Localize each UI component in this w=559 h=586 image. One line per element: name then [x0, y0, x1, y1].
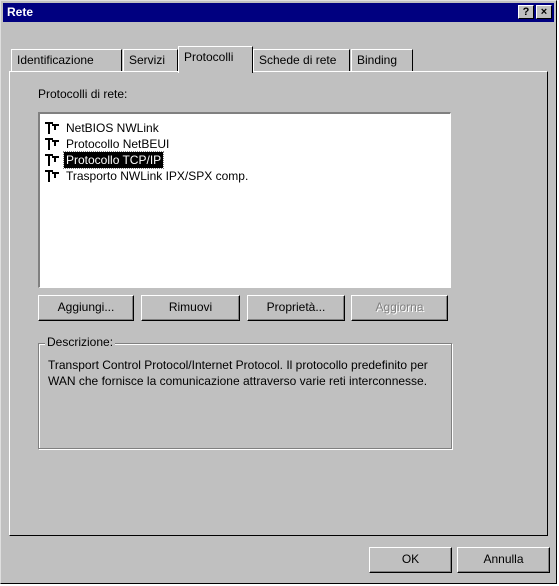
description-text: Transport Control Protocol/Internet Prot…	[48, 358, 428, 388]
protocol-label: Protocollo NetBEUI	[66, 137, 170, 151]
protocol-label: Trasporto NWLink IPX/SPX comp.	[66, 169, 249, 183]
properties-button[interactable]: Proprietà...	[247, 295, 345, 321]
tab-binding[interactable]: Binding	[351, 49, 413, 71]
tab-identificazione[interactable]: Identificazione	[11, 49, 122, 71]
network-protocol-icon	[45, 170, 59, 182]
description-title: Descrizione:	[45, 335, 116, 349]
network-protocol-icon	[45, 154, 59, 166]
close-button[interactable]: ×	[536, 5, 552, 19]
add-button[interactable]: Aggiungi...	[38, 295, 134, 321]
title-bar[interactable]: Rete ? ×	[3, 3, 554, 22]
ok-button[interactable]: OK	[369, 547, 452, 573]
network-dialog: Rete ? × Identificazione Servizi Protoco…	[0, 0, 557, 584]
network-protocol-icon	[45, 122, 59, 134]
protocol-label: NetBIOS NWLink	[66, 121, 159, 135]
remove-button[interactable]: Rimuovi	[141, 295, 240, 321]
network-protocol-icon	[45, 138, 59, 150]
tab-servizi[interactable]: Servizi	[123, 49, 178, 71]
tab-schede-di-rete[interactable]: Schede di rete	[253, 49, 350, 71]
protocols-list-label: Protocolli di rete:	[38, 87, 128, 101]
update-button: Aggiorna	[351, 295, 448, 321]
protocols-listbox[interactable]: NetBIOS NWLink Protocollo NetBEUI Protoc…	[38, 112, 451, 288]
window-title: Rete	[7, 5, 34, 19]
help-button[interactable]: ?	[518, 5, 534, 19]
cancel-button[interactable]: Annulla	[457, 547, 550, 573]
tab-protocolli[interactable]: Protocolli	[178, 46, 253, 73]
protocol-label: Protocollo TCP/IP	[62, 151, 165, 169]
